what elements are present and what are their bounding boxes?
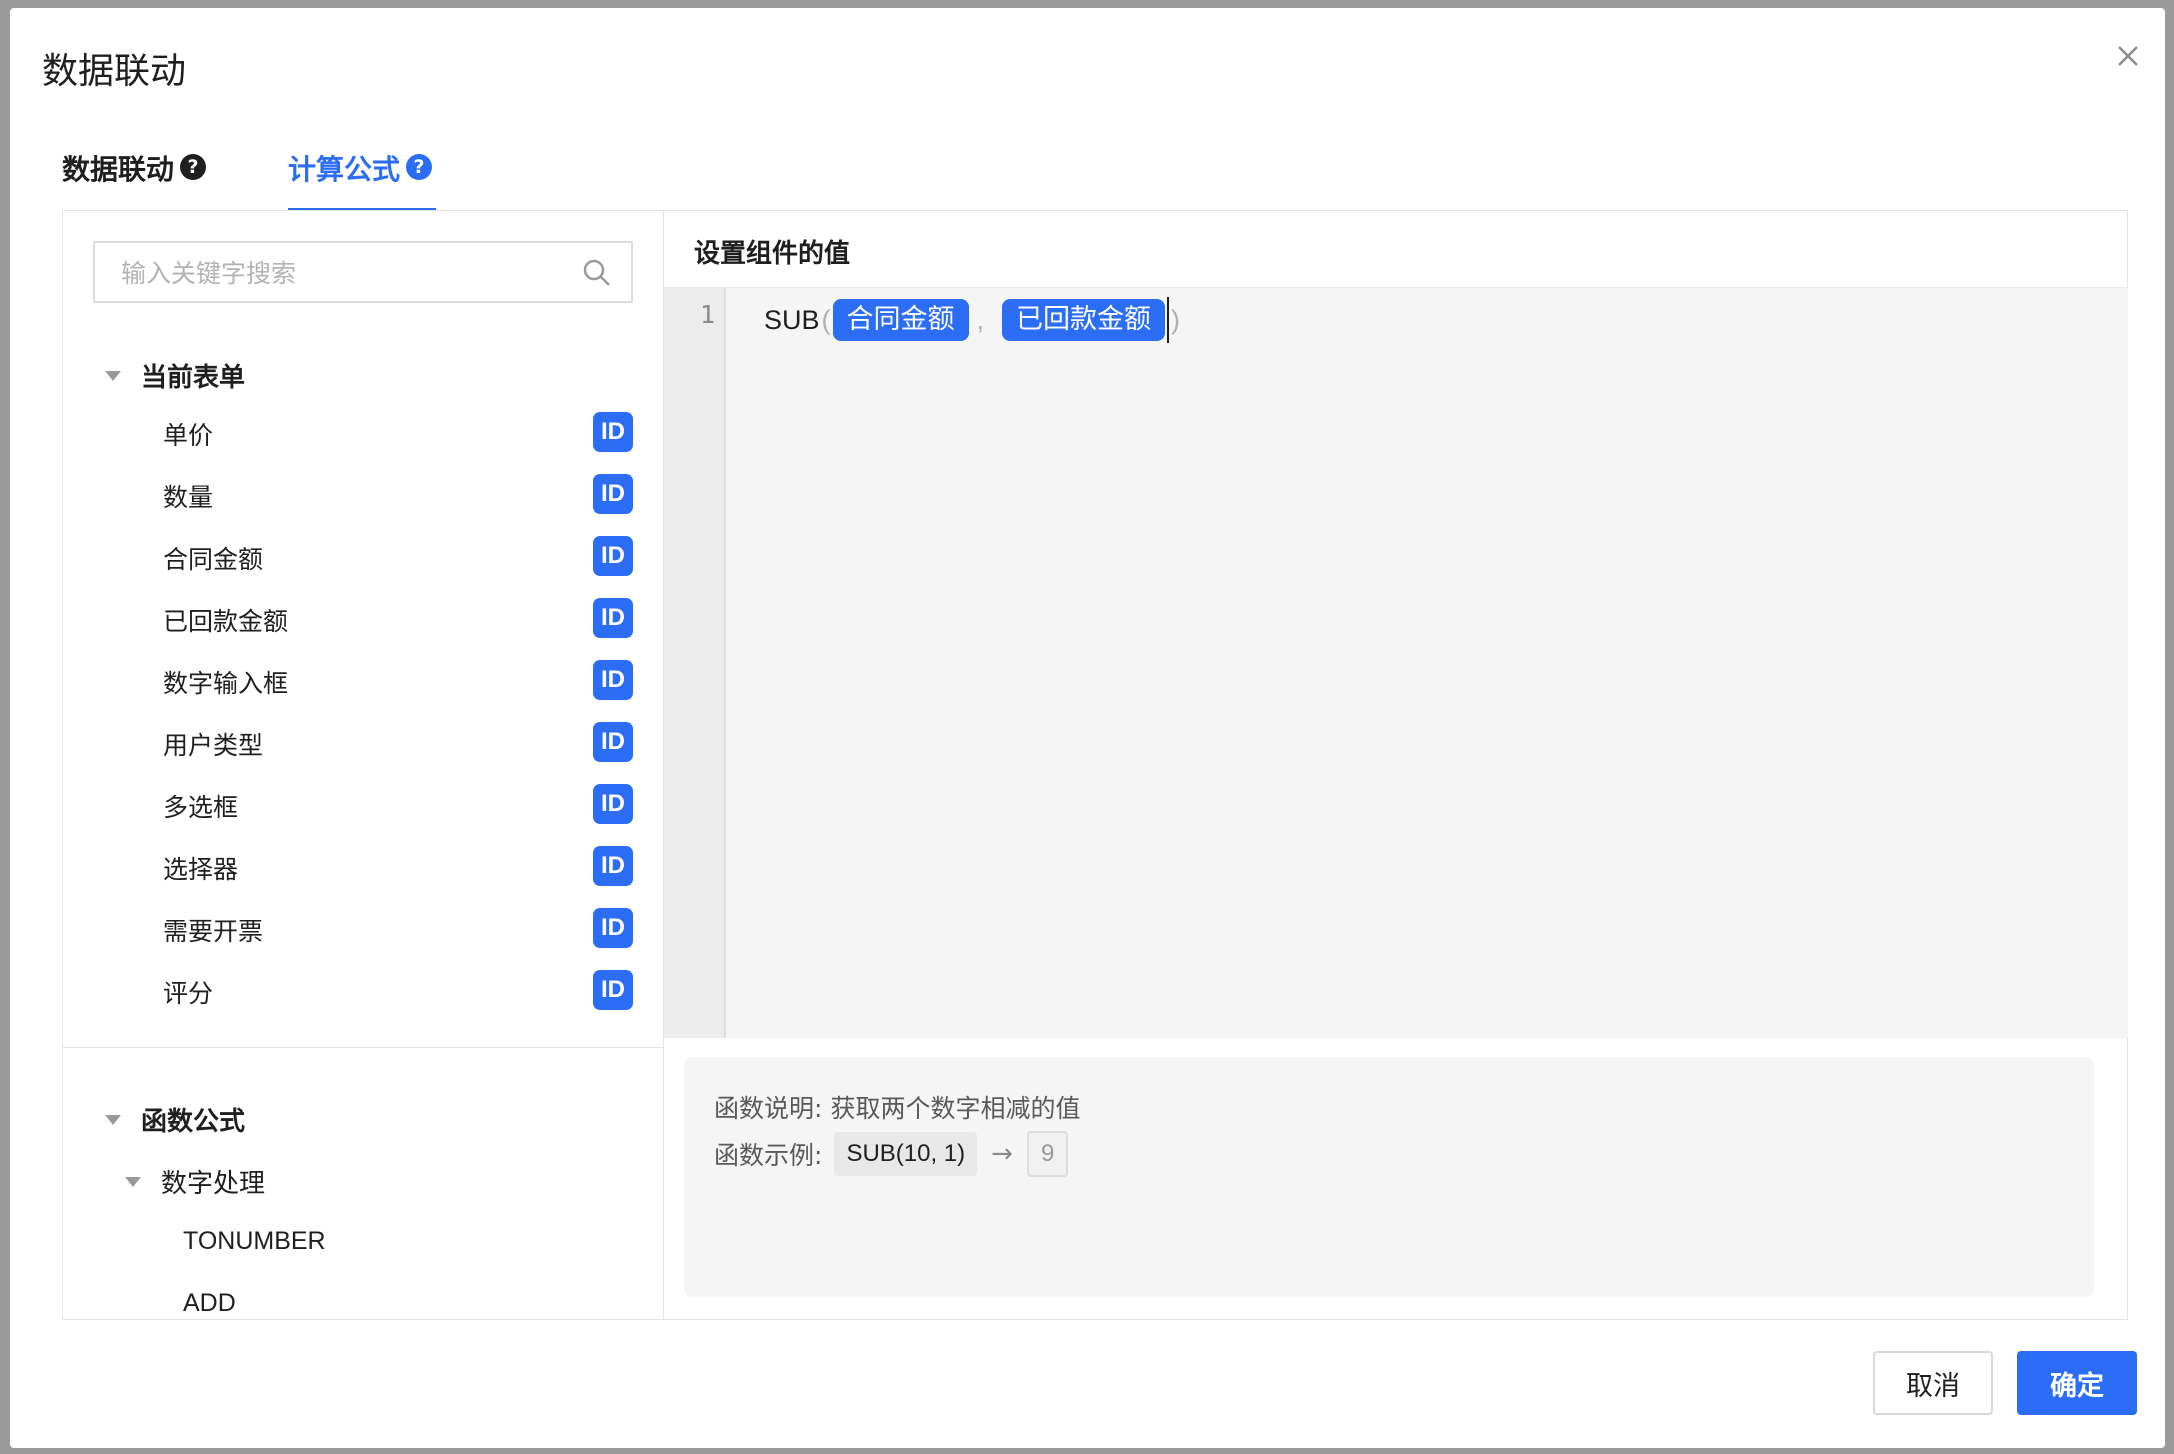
id-badge[interactable]: ID bbox=[593, 474, 633, 514]
formula-panel: 当前表单 单价ID数量ID合同金额ID已回款金额ID数字输入框ID用户类型ID多… bbox=[62, 210, 2128, 1320]
field-chip[interactable]: 已回款金额 bbox=[1002, 299, 1166, 341]
function-description: 函数说明: 获取两个数字相减的值 函数示例: SUB(10, 1) → 9 bbox=[684, 1057, 2094, 1297]
arrow-right-icon: → bbox=[991, 1139, 1013, 1169]
tab-formula[interactable]: 计算公式 ? bbox=[288, 148, 436, 218]
close-paren: ) bbox=[1171, 304, 1181, 335]
field-label: 需要开票 bbox=[163, 917, 264, 946]
id-badge[interactable]: ID bbox=[593, 846, 633, 886]
tab-label: 计算公式 bbox=[288, 153, 401, 186]
id-badge[interactable]: ID bbox=[593, 970, 633, 1010]
id-badge[interactable]: ID bbox=[593, 722, 633, 762]
divider bbox=[63, 1047, 663, 1048]
field-label: 选择器 bbox=[163, 855, 239, 884]
field-item[interactable]: 多选框 ID bbox=[163, 784, 633, 824]
id-badge[interactable]: ID bbox=[593, 536, 633, 576]
comma: , bbox=[976, 304, 985, 335]
data-linkage-dialog: 数据联动 数据联动 ? 计算公式 ? 当前表单 bbox=[10, 8, 2165, 1448]
field-label: 单价 bbox=[163, 421, 214, 450]
help-icon[interactable]: ? bbox=[180, 154, 207, 180]
function-item-tonumber[interactable]: TONUMBER bbox=[183, 1227, 326, 1256]
tab-data-linkage[interactable]: 数据联动 ? bbox=[62, 148, 207, 218]
subgroup-number-processing[interactable]: 数字处理 bbox=[125, 1163, 265, 1200]
field-item[interactable]: 用户类型 ID bbox=[163, 722, 633, 762]
caret-down-icon bbox=[105, 1114, 121, 1125]
id-badge[interactable]: ID bbox=[593, 908, 633, 948]
caret-down-icon bbox=[125, 1176, 141, 1187]
tab-bar: 数据联动 ? 计算公式 ? bbox=[62, 148, 1062, 218]
caret-down-icon bbox=[105, 370, 121, 381]
formula-line: SUB ( 合同金额 , 已回款金额 ) bbox=[764, 297, 1182, 343]
description-text: 获取两个数字相减的值 bbox=[830, 1094, 1081, 1123]
id-badge[interactable]: ID bbox=[593, 598, 633, 638]
code-editor[interactable]: 1 SUB ( 合同金额 , 已回款金额 ) bbox=[664, 287, 2128, 1038]
id-badge[interactable]: ID bbox=[593, 660, 633, 700]
function-name: SUB bbox=[764, 304, 820, 335]
field-chip[interactable]: 合同金额 bbox=[832, 299, 969, 341]
confirm-button[interactable]: 确定 bbox=[2017, 1351, 2137, 1415]
search-input[interactable] bbox=[119, 253, 563, 293]
example-line: 函数示例: SUB(10, 1) → 9 bbox=[714, 1131, 1069, 1177]
id-badge[interactable]: ID bbox=[593, 784, 633, 824]
field-label: 数量 bbox=[163, 483, 214, 512]
field-item[interactable]: 选择器 ID bbox=[163, 846, 633, 886]
open-paren: ( bbox=[821, 304, 831, 335]
field-item[interactable]: 数字输入框 ID bbox=[163, 660, 633, 700]
group-label: 函数公式 bbox=[141, 1107, 246, 1137]
field-item[interactable]: 需要开票 ID bbox=[163, 908, 633, 948]
dialog-title: 数据联动 bbox=[42, 51, 187, 92]
field-label: 评分 bbox=[163, 979, 214, 1008]
group-functions[interactable]: 函数公式 bbox=[105, 1101, 245, 1138]
example-result: 9 bbox=[1026, 1131, 1069, 1177]
field-item[interactable]: 单价 ID bbox=[163, 412, 633, 452]
field-label: 数字输入框 bbox=[163, 669, 289, 698]
formula-editor-area: 设置组件的值 1 SUB ( 合同金额 , 已回款金额 ) 函数说明: 获取两个… bbox=[664, 211, 2128, 1319]
description-label: 函数说明: bbox=[714, 1094, 823, 1123]
example-code: SUB(10, 1) bbox=[834, 1132, 978, 1176]
field-item[interactable]: 评分 ID bbox=[163, 970, 633, 1010]
field-item[interactable]: 合同金额 ID bbox=[163, 536, 633, 576]
text-cursor bbox=[1167, 297, 1170, 343]
line-gutter: 1 bbox=[664, 288, 726, 1038]
description-line: 函数说明: 获取两个数字相减的值 bbox=[714, 1089, 1080, 1125]
help-icon[interactable]: ? bbox=[406, 154, 433, 180]
id-badge[interactable]: ID bbox=[593, 412, 633, 452]
field-label: 已回款金额 bbox=[163, 607, 289, 636]
subgroup-label: 数字处理 bbox=[161, 1169, 266, 1199]
search-icon[interactable] bbox=[581, 257, 613, 289]
field-label: 用户类型 bbox=[163, 731, 264, 760]
field-item[interactable]: 已回款金额 ID bbox=[163, 598, 633, 638]
editor-title: 设置组件的值 bbox=[694, 239, 851, 269]
field-label: 多选框 bbox=[163, 793, 239, 822]
field-label: 合同金额 bbox=[163, 545, 264, 574]
field-item[interactable]: 数量 ID bbox=[163, 474, 633, 514]
cancel-button[interactable]: 取消 bbox=[1873, 1351, 1993, 1415]
group-current-form[interactable]: 当前表单 bbox=[105, 357, 245, 394]
tab-label: 数据联动 bbox=[62, 153, 175, 186]
function-item-add[interactable]: ADD bbox=[183, 1289, 236, 1318]
field-sidebar: 当前表单 单价ID数量ID合同金额ID已回款金额ID数字输入框ID用户类型ID多… bbox=[63, 211, 664, 1319]
group-label: 当前表单 bbox=[141, 363, 246, 393]
close-icon[interactable] bbox=[2110, 38, 2146, 74]
search-box bbox=[93, 241, 633, 303]
example-label: 函数示例: bbox=[714, 1141, 823, 1170]
line-number: 1 bbox=[700, 300, 716, 329]
